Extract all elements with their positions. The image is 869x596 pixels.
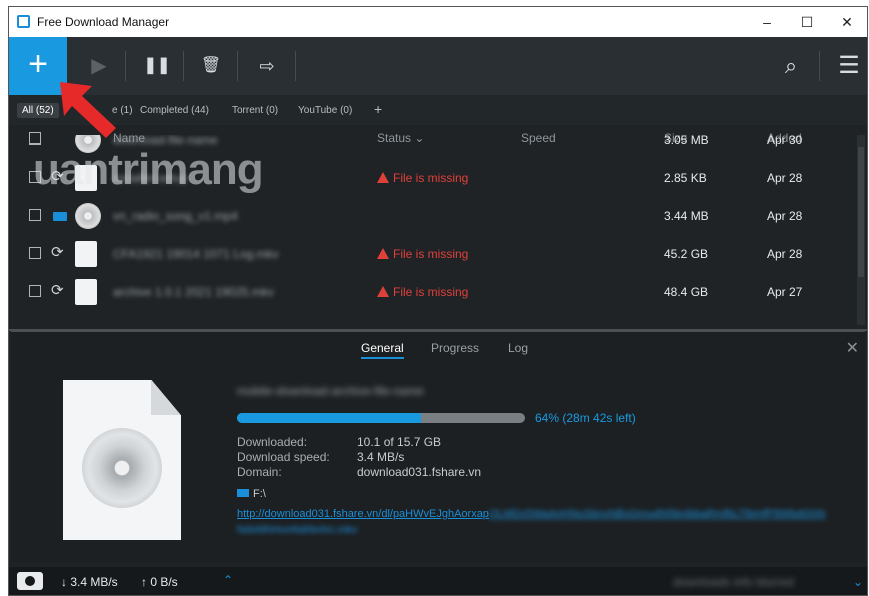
warning-icon (377, 286, 389, 297)
scrollbar-thumb[interactable] (858, 147, 864, 277)
domain-value: download031.fshare.vn (357, 465, 482, 479)
file-icon (75, 241, 97, 267)
warning-icon (377, 172, 389, 183)
download-url-link[interactable]: http://download031.fshare.vn/dl/paHWvEJg… (237, 508, 857, 520)
date-added: Apr 30 (767, 135, 803, 147)
row-checkbox[interactable] (29, 285, 41, 297)
watermark-logo: uantrimang (33, 145, 264, 194)
disc-icon (75, 203, 101, 229)
folder-path: F:\ (253, 488, 266, 500)
file-name: vn_radio_song_v1.mp4 (113, 209, 238, 223)
filter-tab-all[interactable]: All (52) (17, 103, 59, 118)
status-missing: File is missing (377, 285, 468, 299)
list-scrollbar[interactable] (857, 135, 865, 325)
move-to-button[interactable]: ⇨ (247, 49, 287, 83)
status-text: File is missing (393, 247, 469, 261)
filter-tab-torrent[interactable]: Torrent (0) (227, 103, 283, 118)
menu-button[interactable]: ☰ (829, 49, 867, 83)
progress-bar (237, 413, 525, 423)
download-speed: ↓ 3.4 MB/s (61, 575, 118, 589)
table-row[interactable]: vn_radio_song_v1.mp4 3.44 MB Apr 28 (9, 197, 855, 235)
upload-speed: ↑ 0 B/s (141, 575, 178, 589)
downloaded-label: Downloaded: (237, 435, 308, 449)
add-filter-button[interactable]: + (369, 99, 387, 119)
date-added: Apr 28 (767, 171, 803, 185)
warning-icon (377, 248, 389, 259)
table-row[interactable]: ⟳ CFA1921 19014 1071 Log.mkv File is mis… (9, 235, 855, 273)
toolbar-separator (819, 51, 820, 81)
file-size: 3.44 MB (664, 209, 709, 223)
status-info: downloads info blurred (673, 575, 794, 589)
progress-text: 64% (28m 42s left) (535, 411, 636, 425)
status-text: File is missing (393, 171, 469, 185)
disc-icon (82, 428, 162, 508)
speed-value: 3.4 MB/s (357, 450, 405, 464)
search-button[interactable]: ⌕ (771, 49, 811, 83)
url-visible: http://download031.fshare.vn/dl/paHWvEJg… (237, 508, 489, 520)
detail-tabs: General Progress Log ✕ (11, 332, 865, 359)
progress-fill (237, 413, 422, 423)
file-name: archive 1.0.1 2021 19025.mkv (113, 285, 274, 299)
row-checkbox[interactable] (29, 135, 41, 145)
tab-log[interactable]: Log (508, 341, 528, 355)
minimize-button[interactable]: – (747, 11, 787, 33)
file-size: 48.4 GB (664, 285, 709, 299)
domain-label: Domain: (237, 465, 282, 479)
toolbar: + ▶ ❚❚ 🗑 ⇨ ⌕ ☰ (9, 37, 867, 95)
file-size: 45.2 GB (664, 247, 709, 261)
restart-icon[interactable]: ⟳ (51, 281, 64, 299)
date-added: Apr 28 (767, 209, 803, 223)
date-added: Apr 28 (767, 247, 803, 261)
row-checkbox[interactable] (29, 209, 41, 221)
status-bar: ↓ 3.4 MB/s ↑ 0 B/s ⌃ downloads info blur… (9, 567, 867, 595)
download-url-link-line2[interactable]: NdxMhHunNdrbnhn.mkv (237, 524, 357, 536)
status-missing: File is missing (377, 247, 468, 261)
close-button[interactable]: ✕ (827, 11, 867, 33)
filter-tab-completed[interactable]: Completed (44) (135, 103, 214, 118)
red-arrow-icon (60, 82, 116, 138)
folder-icon (237, 489, 249, 497)
app-logo-icon (17, 15, 30, 28)
status-missing: File is missing (377, 171, 468, 185)
toolbar-separator (125, 51, 126, 81)
close-detail-icon[interactable]: ✕ (846, 338, 859, 358)
delete-button[interactable]: 🗑 (191, 49, 231, 83)
toolbar-separator (183, 51, 184, 81)
save-folder[interactable]: F:\ (237, 488, 266, 500)
title-bar: Free Download Manager – ☐ ✕ (9, 7, 867, 37)
file-size: 2.85 KB (664, 171, 707, 185)
restart-icon[interactable]: ⟳ (51, 243, 64, 261)
downloaded-value: 10.1 of 15.7 GB (357, 435, 442, 449)
app-window: Free Download Manager – ☐ ✕ + ▶ ❚❚ 🗑 ⇨ ⌕… (8, 6, 868, 596)
status-text: File is missing (393, 285, 469, 299)
date-added: Apr 27 (767, 285, 803, 299)
chevron-up-icon[interactable]: ⌃ (223, 573, 233, 587)
start-button[interactable]: ▶ (79, 49, 119, 83)
toolbar-separator (295, 51, 296, 81)
file-name: CFA1921 19014 1071 Log.mkv (113, 247, 279, 261)
url-blurred: QLMDx5WaAnHNuSbnxNBxGmudN5bnibbaRmfbLTtb… (488, 508, 826, 520)
pause-button[interactable]: ❚❚ (137, 49, 177, 83)
window-title: Free Download Manager (37, 15, 170, 29)
detail-panel: General Progress Log ✕ mobile-download-a… (11, 331, 865, 562)
speed-mode-icon[interactable] (17, 572, 43, 590)
speed-label: Download speed: (237, 450, 330, 464)
maximize-button[interactable]: ☐ (787, 11, 827, 33)
tab-progress[interactable]: Progress (431, 341, 479, 355)
page-fold (151, 380, 181, 415)
detail-file-name: mobile-download-archive-file-name (237, 384, 424, 398)
file-size: 3.05 MB (664, 135, 709, 147)
chevron-down-icon[interactable]: ⌄ (853, 575, 863, 589)
file-icon (75, 279, 97, 305)
tab-general[interactable]: General (361, 341, 404, 359)
filter-tabs: All (52) e (1) Completed (44) Torrent (0… (9, 95, 867, 125)
filter-tab-youtube[interactable]: YouTube (0) (293, 103, 357, 118)
row-checkbox[interactable] (29, 247, 41, 259)
table-row[interactable]: ⟳ archive 1.0.1 2021 19025.mkv File is m… (9, 273, 855, 311)
toolbar-separator (237, 51, 238, 81)
folder-icon[interactable] (53, 212, 67, 221)
